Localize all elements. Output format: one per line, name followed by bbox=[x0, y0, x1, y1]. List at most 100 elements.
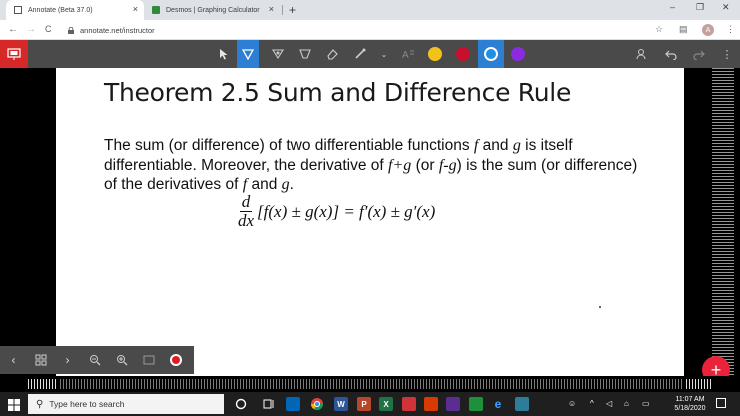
pointer-tool-icon[interactable] bbox=[213, 40, 235, 68]
slide-body-text: The sum (or difference) of two different… bbox=[104, 136, 644, 195]
address-bar-row: ← → C annotate.net/instructor ☆ ▤ A ⋮ bbox=[0, 20, 740, 40]
color-red-swatch[interactable] bbox=[456, 47, 470, 61]
app-icon[interactable] bbox=[515, 397, 529, 411]
fraction-numerator: d bbox=[239, 192, 253, 212]
taskbar-search-box[interactable]: ⚲ Type here to search bbox=[28, 394, 224, 414]
file-explorer-icon[interactable] bbox=[286, 397, 300, 411]
tab-separator bbox=[282, 5, 283, 15]
clock-date: 5/18/2020 bbox=[674, 405, 706, 412]
text-tool-icon[interactable]: A bbox=[397, 40, 419, 68]
fraction-denominator: dx bbox=[238, 211, 255, 230]
taskbar-clock[interactable]: 11:07 AM 5/18/2020 bbox=[670, 395, 710, 413]
slide-scrollbar[interactable] bbox=[712, 68, 734, 376]
windows-start-icon[interactable] bbox=[8, 398, 20, 411]
tab-desmos[interactable]: Desmos | Graphing Calculator × bbox=[144, 0, 280, 20]
back-button[interactable]: ← bbox=[8, 24, 18, 35]
bookmark-star-icon[interactable]: ☆ bbox=[655, 24, 663, 35]
tab-close-icon[interactable]: × bbox=[269, 5, 274, 14]
people-icon[interactable]: ☺ bbox=[568, 399, 576, 408]
tab-label: Desmos | Graphing Calculator bbox=[166, 6, 260, 14]
zoom-in-icon[interactable] bbox=[108, 346, 135, 374]
text-run: (or bbox=[411, 156, 439, 174]
url-bar[interactable]: annotate.net/instructor bbox=[62, 23, 662, 37]
color-blue-swatch[interactable] bbox=[484, 47, 498, 61]
annotate-favicon-icon bbox=[14, 6, 22, 14]
reload-button[interactable]: C bbox=[45, 24, 52, 34]
pen-tool-icon[interactable] bbox=[237, 40, 259, 68]
record-button[interactable] bbox=[162, 346, 189, 374]
notification-icon[interactable] bbox=[716, 398, 726, 408]
app-icon[interactable] bbox=[446, 397, 460, 411]
windows-taskbar: ⚲ Type here to search W P X e ☺ ^ ◁ ⌂ ▭ … bbox=[0, 392, 740, 416]
powerpoint-icon[interactable]: P bbox=[357, 397, 371, 411]
close-window-button[interactable]: ✕ bbox=[722, 2, 730, 13]
clock-time: 11:07 AM bbox=[675, 396, 705, 403]
new-tab-button[interactable]: + bbox=[289, 3, 296, 17]
redo-icon[interactable] bbox=[688, 40, 710, 68]
battery-icon[interactable]: ▭ bbox=[642, 399, 650, 408]
word-icon[interactable]: W bbox=[334, 397, 348, 411]
thumbnail-ticks[interactable] bbox=[60, 379, 682, 389]
color-yellow-swatch[interactable] bbox=[428, 47, 442, 61]
excel-icon[interactable]: X bbox=[379, 397, 393, 411]
chevron-up-icon[interactable]: ^ bbox=[590, 399, 594, 408]
zoom-out-icon[interactable] bbox=[81, 346, 108, 374]
math-g: g bbox=[281, 176, 290, 193]
d-dx-fraction: d dx bbox=[238, 193, 254, 230]
search-icon: ⚲ bbox=[36, 398, 44, 410]
minimize-button[interactable]: – bbox=[670, 2, 675, 12]
annotate-logo-icon[interactable] bbox=[0, 40, 28, 68]
browser-menu-icon[interactable]: ⋮ bbox=[726, 24, 735, 35]
app-icon[interactable] bbox=[402, 397, 416, 411]
lock-icon bbox=[68, 26, 74, 34]
app-icon[interactable] bbox=[469, 397, 483, 411]
text-run: The sum (or difference) of two different… bbox=[104, 137, 474, 154]
math-f-minus-g: f-g bbox=[438, 156, 457, 174]
slide-canvas[interactable]: Theorem 2.5 Sum and Difference Rule The … bbox=[56, 68, 684, 376]
record-icon bbox=[169, 354, 182, 366]
restore-button[interactable]: ❐ bbox=[696, 2, 704, 13]
forward-button[interactable]: → bbox=[26, 24, 36, 35]
math-g: g bbox=[512, 137, 521, 154]
extension-icon[interactable]: ▤ bbox=[679, 24, 688, 35]
tab-label: Annotate (Beta 37.0) bbox=[28, 6, 93, 14]
fit-screen-icon[interactable] bbox=[135, 346, 162, 374]
volume-icon[interactable]: ◁ bbox=[606, 399, 612, 408]
thumbnail-ticks[interactable] bbox=[686, 379, 712, 389]
browser-tab-strip: Annotate (Beta 37.0) × Desmos | Graphing… bbox=[0, 0, 740, 20]
thumbnail-ticks[interactable] bbox=[28, 379, 56, 389]
highlighter-tool-icon[interactable] bbox=[267, 40, 289, 68]
task-view-icon[interactable] bbox=[262, 397, 276, 411]
slide-grid-icon[interactable] bbox=[27, 346, 54, 374]
color-purple-swatch[interactable] bbox=[511, 47, 525, 61]
tab-annotate[interactable]: Annotate (Beta 37.0) × bbox=[6, 0, 144, 20]
next-slide-chevron-right-icon[interactable]: › bbox=[54, 346, 81, 374]
url-text: annotate.net/instructor bbox=[80, 25, 155, 35]
cortana-icon[interactable] bbox=[234, 397, 248, 411]
search-placeholder: Type here to search bbox=[49, 399, 125, 409]
profile-avatar[interactable]: A bbox=[702, 24, 714, 36]
annotate-toolbar: ⌄ A ⋮ bbox=[0, 40, 740, 68]
edge-icon[interactable]: e bbox=[491, 397, 505, 411]
chrome-icon[interactable] bbox=[310, 397, 324, 411]
participants-icon[interactable] bbox=[631, 40, 653, 68]
toolbar-more-icon[interactable]: ⋮ bbox=[716, 40, 738, 68]
math-f-plus-g: f+g bbox=[388, 156, 412, 174]
marker-tool-icon[interactable] bbox=[294, 40, 316, 68]
eraser-tool-icon[interactable] bbox=[321, 40, 343, 68]
office-icon[interactable] bbox=[424, 397, 438, 411]
undo-icon[interactable] bbox=[660, 40, 682, 68]
slide-title: Theorem 2.5 Sum and Difference Rule bbox=[104, 78, 572, 107]
annotation-dot bbox=[599, 306, 601, 308]
svg-text:A: A bbox=[402, 50, 409, 60]
network-icon[interactable]: ⌂ bbox=[624, 399, 629, 408]
page-thumbnail-strip bbox=[0, 376, 740, 392]
prev-slide-chevron-left-icon[interactable]: ‹ bbox=[0, 346, 27, 374]
formula-rhs: [f(x) ± g(x)] = f′(x) ± g′(x) bbox=[257, 201, 436, 221]
chevron-down-icon[interactable]: ⌄ bbox=[373, 40, 395, 68]
text-run: . bbox=[289, 176, 294, 193]
derivative-formula: d dx [f(x) ± g(x)] = f′(x) ± g′(x) bbox=[238, 193, 435, 230]
line-tool-icon[interactable] bbox=[349, 40, 371, 68]
tab-close-icon[interactable]: × bbox=[133, 5, 138, 14]
text-run: and bbox=[478, 137, 513, 154]
